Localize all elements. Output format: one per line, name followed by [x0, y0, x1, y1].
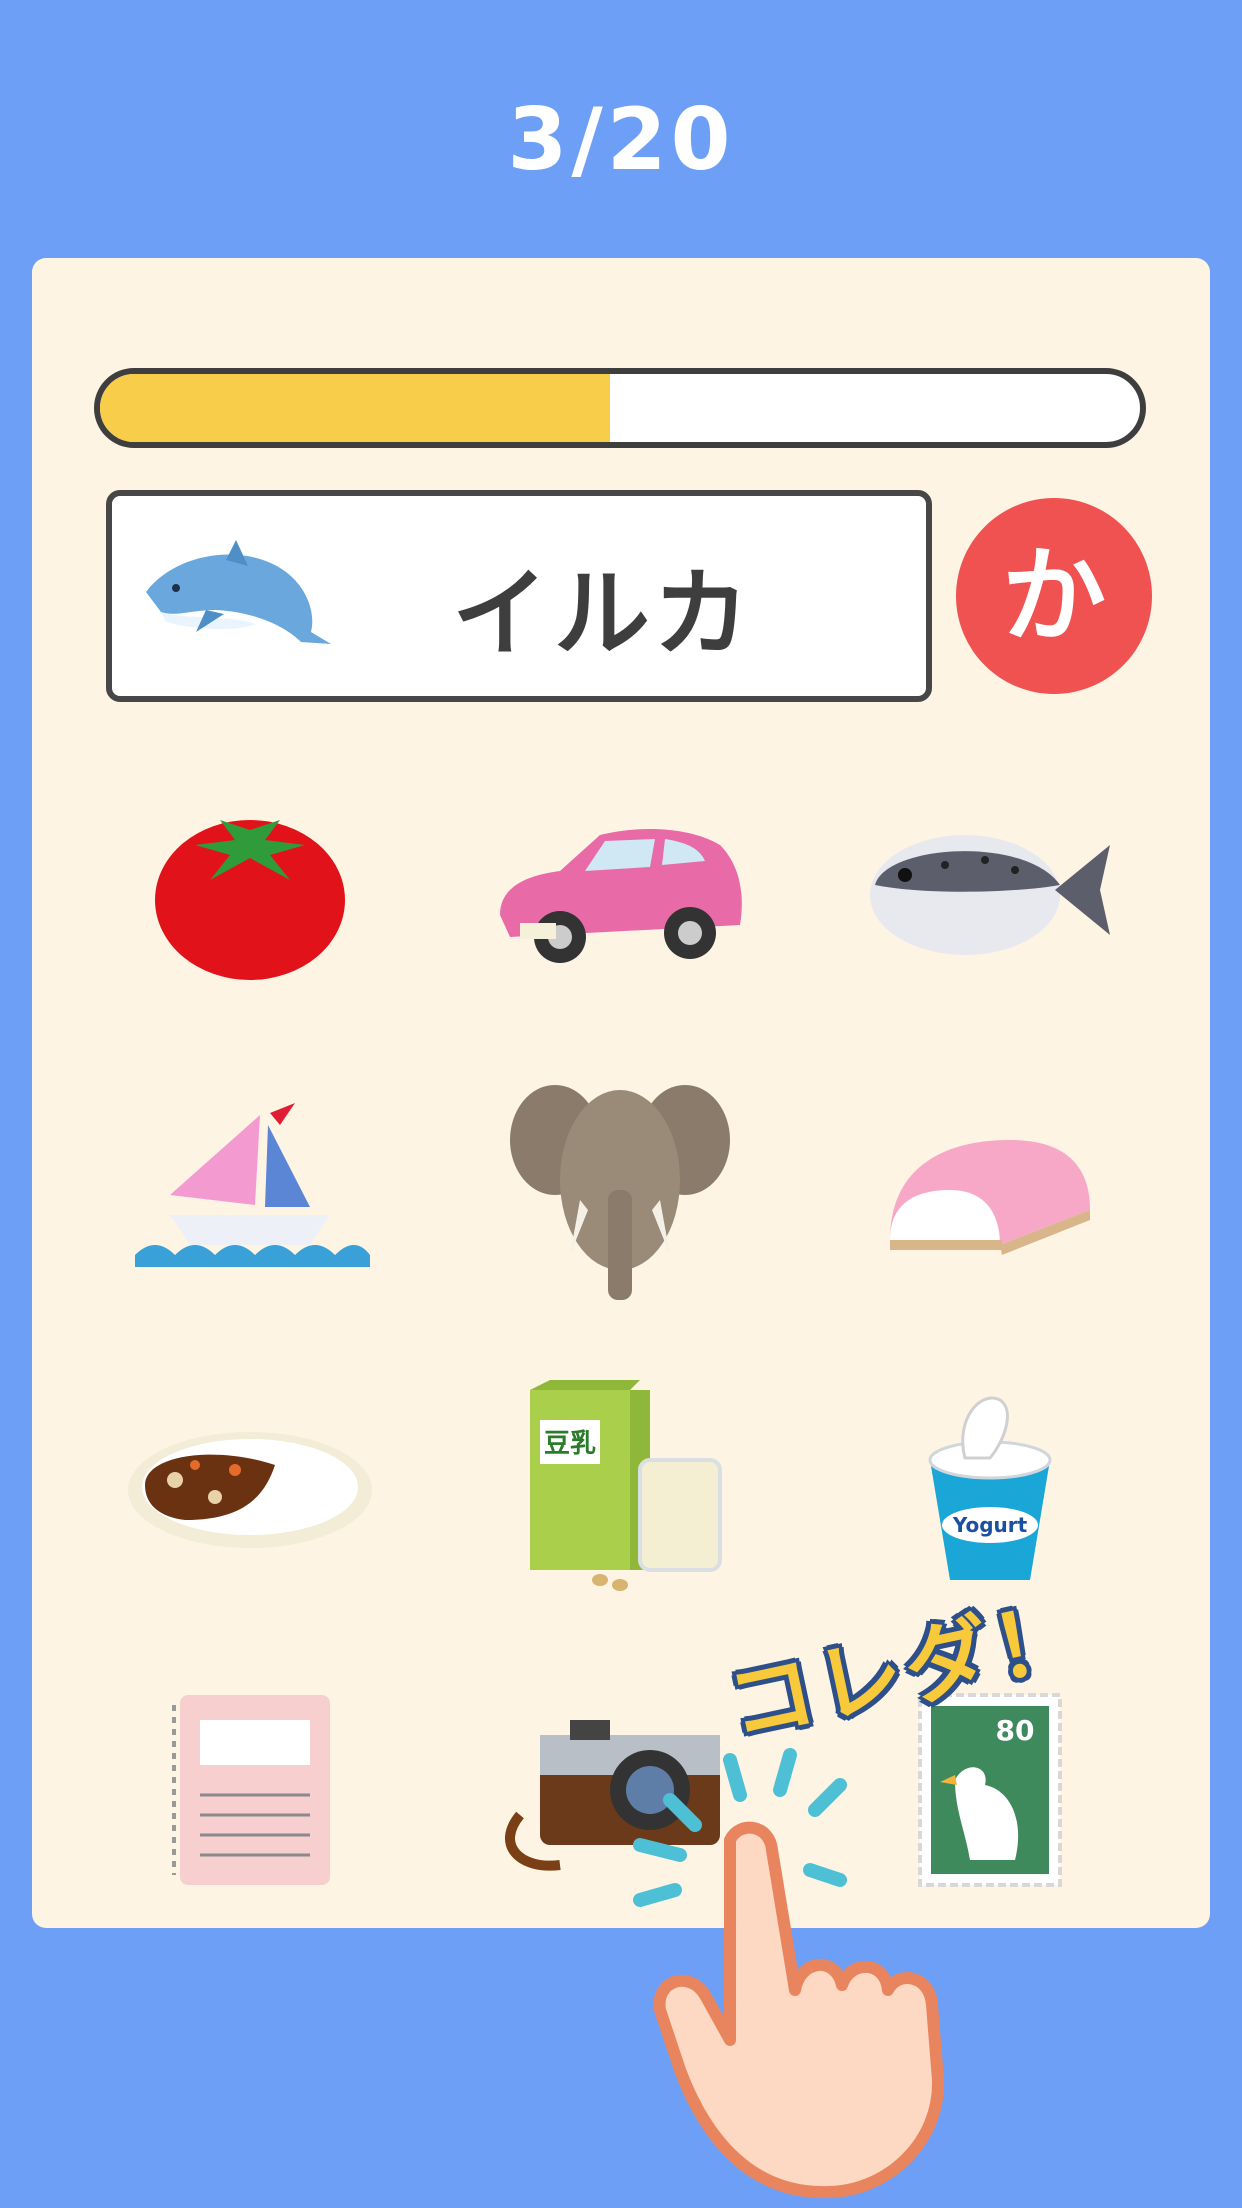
- progress-fill: [100, 374, 610, 442]
- sailboat-icon: [135, 1103, 370, 1267]
- kana-answer-button[interactable]: か: [956, 498, 1152, 694]
- choice-kamaboko[interactable]: [840, 1060, 1140, 1320]
- soy-milk-icon: 豆乳: [530, 1380, 722, 1591]
- question-word-box: イルカ: [106, 490, 932, 702]
- car-icon: [500, 829, 742, 963]
- progress-bar: [94, 368, 1146, 448]
- stamp-value: 80: [996, 1714, 1035, 1747]
- question-word: イルカ: [452, 558, 756, 670]
- choice-curry-rice[interactable]: [100, 1360, 400, 1620]
- kamaboko-icon: [890, 1140, 1090, 1255]
- curry-rice-icon: [128, 1432, 372, 1548]
- tomato-icon: [155, 820, 345, 980]
- choice-elephant[interactable]: [470, 1060, 770, 1320]
- choice-notebook[interactable]: [100, 1660, 400, 1920]
- yogurt-label: Yogurt: [952, 1513, 1028, 1537]
- tap-hand-icon: [633, 1748, 945, 2199]
- pufferfish-icon: [870, 835, 1110, 955]
- dolphin-icon: [146, 540, 331, 644]
- choice-soy-milk[interactable]: 豆乳: [470, 1360, 770, 1620]
- question-counter: 3/20: [507, 90, 735, 190]
- elephant-icon: [510, 1085, 730, 1300]
- choice-pufferfish[interactable]: [840, 760, 1140, 1020]
- notebook-icon: [172, 1695, 330, 1885]
- choice-tomato[interactable]: [100, 760, 400, 1020]
- choice-car[interactable]: [470, 760, 770, 1020]
- soy-milk-label: 豆乳: [544, 1429, 596, 1459]
- choice-sailboat[interactable]: [100, 1060, 400, 1320]
- choice-grid: 豆乳 Yogurt 80: [100, 760, 1140, 1890]
